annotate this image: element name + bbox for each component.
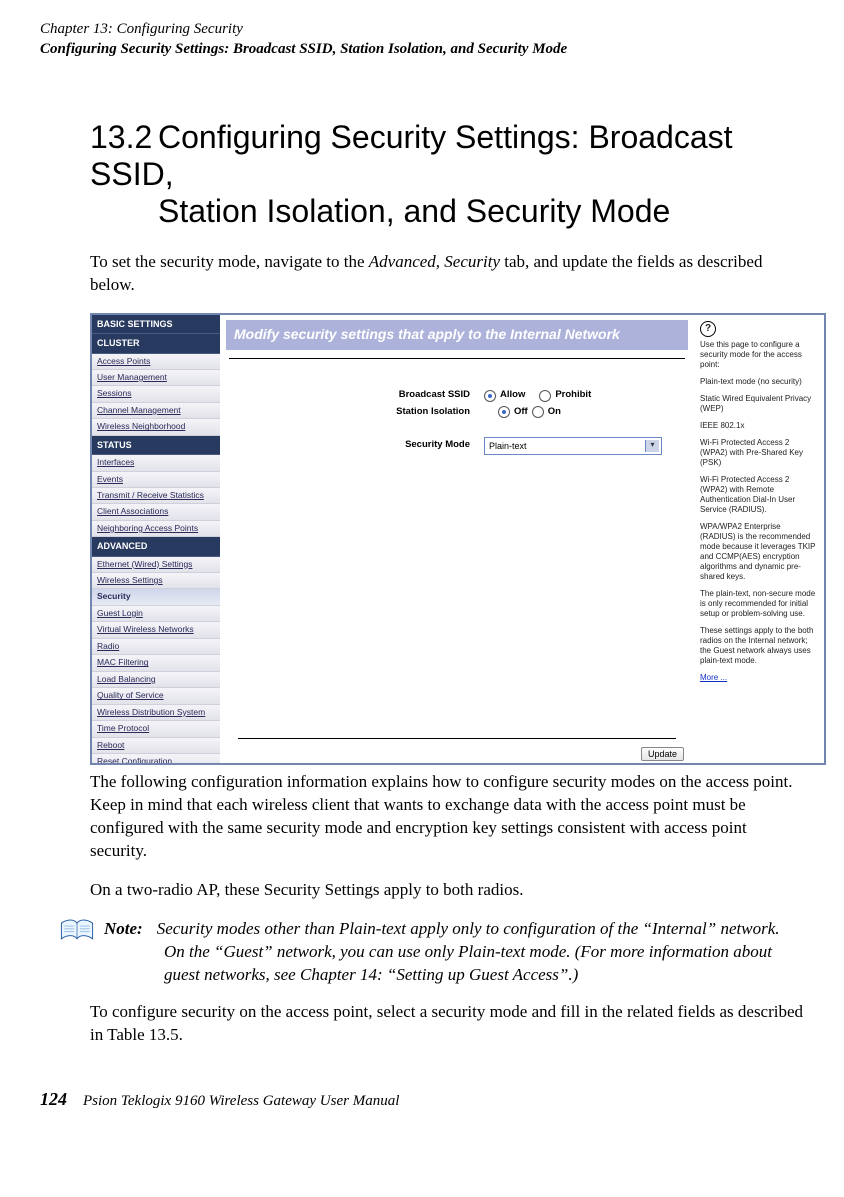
- sidebar-nav: BASIC SETTINGSCLUSTERAccess PointsUser M…: [92, 315, 220, 763]
- sidebar-item[interactable]: Wireless Distribution System: [92, 705, 220, 721]
- note-block: Note:Security modes other than Plain-tex…: [60, 918, 784, 987]
- help-text: IEEE 802.1x: [700, 421, 818, 431]
- broadcast-ssid-label: Broadcast SSID: [290, 389, 484, 402]
- help-text: WPA/WPA2 Enterprise (RADIUS) is the reco…: [700, 522, 818, 582]
- page-number: 124: [40, 1087, 67, 1111]
- intro-ital: Advanced, Security: [369, 252, 500, 271]
- divider: [238, 738, 676, 739]
- help-icon: ?: [700, 321, 716, 337]
- footer-text: Psion Teklogix 9160 Wireless Gateway Use…: [83, 1091, 399, 1111]
- sidebar-item[interactable]: Transmit / Receive Statistics: [92, 488, 220, 504]
- sidebar-item[interactable]: Wireless Settings: [92, 573, 220, 589]
- sidebar-item[interactable]: Radio: [92, 639, 220, 655]
- sidebar-group-header: CLUSTER: [92, 334, 220, 353]
- security-mode-select[interactable]: Plain-text ▾: [484, 437, 662, 455]
- radio-prohibit-label: Prohibit: [555, 389, 591, 402]
- header-section: Configuring Security Settings: Broadcast…: [40, 40, 804, 60]
- heading-line2: Station Isolation, and Security Mode: [90, 193, 804, 230]
- broadcast-ssid-options: Allow Prohibit: [484, 389, 591, 402]
- note-body: Security modes other than Plain-text app…: [157, 919, 780, 984]
- sidebar-item[interactable]: Sessions: [92, 386, 220, 402]
- radio-allow-label: Allow: [500, 389, 525, 402]
- security-mode-value: Plain-text: [489, 440, 527, 452]
- radio-on[interactable]: [532, 406, 544, 418]
- divider: [229, 358, 685, 359]
- heading-line1: Configuring Security Settings: Broadcast…: [90, 119, 733, 192]
- sidebar-item[interactable]: Reboot: [92, 738, 220, 754]
- sidebar-item[interactable]: Guest Login: [92, 606, 220, 622]
- radio-off-label: Off: [514, 406, 528, 419]
- note-label: Note:: [104, 919, 157, 938]
- header-chapter: Chapter 13: Configuring Security: [40, 20, 804, 40]
- running-header: Chapter 13: Configuring Security Configu…: [40, 20, 804, 59]
- sidebar-item[interactable]: Time Protocol: [92, 721, 220, 737]
- help-more-link[interactable]: More ...: [700, 673, 727, 682]
- chevron-down-icon: ▾: [645, 440, 659, 452]
- embedded-screenshot: BASIC SETTINGSCLUSTERAccess PointsUser M…: [90, 313, 826, 765]
- help-pane: ? Use this page to configure a security …: [694, 315, 824, 763]
- book-icon: [60, 918, 94, 987]
- sidebar-item[interactable]: Events: [92, 472, 220, 488]
- main-content-area: Modify security settings that apply to t…: [220, 315, 694, 763]
- page-footer: 124 Psion Teklogix 9160 Wireless Gateway…: [40, 1087, 804, 1111]
- sidebar-item[interactable]: Quality of Service: [92, 688, 220, 704]
- sidebar-item[interactable]: Neighboring Access Points: [92, 521, 220, 537]
- note-text: Note:Security modes other than Plain-tex…: [104, 918, 784, 987]
- security-mode-label: Security Mode: [290, 439, 484, 452]
- sidebar-item[interactable]: Access Points: [92, 354, 220, 370]
- sidebar-item[interactable]: MAC Filtering: [92, 655, 220, 671]
- body-paragraph: On a two-radio AP, these Security Settin…: [40, 879, 804, 902]
- security-mode-row: Security Mode Plain-text ▾: [290, 437, 664, 455]
- sidebar-item[interactable]: Interfaces: [92, 455, 220, 471]
- help-text: Wi-Fi Protected Access 2 (WPA2) with Pre…: [700, 438, 818, 468]
- intro-paragraph: To set the security mode, navigate to th…: [40, 251, 804, 297]
- help-text: These settings apply to the both radios …: [700, 626, 818, 666]
- radio-on-label: On: [548, 406, 561, 419]
- radio-off[interactable]: [498, 406, 510, 418]
- sidebar-group-header: BASIC SETTINGS: [92, 315, 220, 334]
- broadcast-ssid-row: Broadcast SSID Allow Prohibit: [290, 389, 664, 402]
- sidebar-item[interactable]: Reset Configuration: [92, 754, 220, 765]
- sidebar-group-header: STATUS: [92, 436, 220, 455]
- help-text: Use this page to configure a security mo…: [700, 340, 818, 370]
- sidebar-group-header: ADVANCED: [92, 537, 220, 556]
- body-paragraph: To configure security on the access poin…: [40, 1001, 804, 1047]
- radio-prohibit[interactable]: [539, 390, 551, 402]
- help-text: The plain-text, non-secure mode is only …: [700, 589, 818, 619]
- sidebar-item[interactable]: Client Associations: [92, 504, 220, 520]
- sidebar-item[interactable]: User Management: [92, 370, 220, 386]
- intro-pre: To set the security mode, navigate to th…: [90, 252, 369, 271]
- sidebar-item[interactable]: Security: [92, 589, 220, 605]
- sidebar-item[interactable]: Virtual Wireless Networks: [92, 622, 220, 638]
- help-text: Plain-text mode (no security): [700, 377, 818, 387]
- sidebar-item[interactable]: Ethernet (Wired) Settings: [92, 557, 220, 573]
- panel-banner: Modify security settings that apply to t…: [226, 320, 688, 350]
- sidebar-item[interactable]: Wireless Neighborhood: [92, 419, 220, 435]
- body-paragraph: The following configuration information …: [40, 771, 804, 863]
- station-isolation-options: Off On: [484, 406, 561, 419]
- update-button[interactable]: Update: [641, 747, 684, 761]
- radio-allow[interactable]: [484, 390, 496, 402]
- station-isolation-row: Station Isolation Off On: [290, 406, 664, 419]
- sidebar-item[interactable]: Load Balancing: [92, 672, 220, 688]
- sidebar-item[interactable]: Channel Management: [92, 403, 220, 419]
- section-heading: 13.2Configuring Security Settings: Broad…: [40, 119, 804, 229]
- help-text: Static Wired Equivalent Privacy (WEP): [700, 394, 818, 414]
- station-isolation-label: Station Isolation: [290, 406, 484, 419]
- help-text: Wi-Fi Protected Access 2 (WPA2) with Rem…: [700, 475, 818, 515]
- heading-number: 13.2: [90, 119, 158, 156]
